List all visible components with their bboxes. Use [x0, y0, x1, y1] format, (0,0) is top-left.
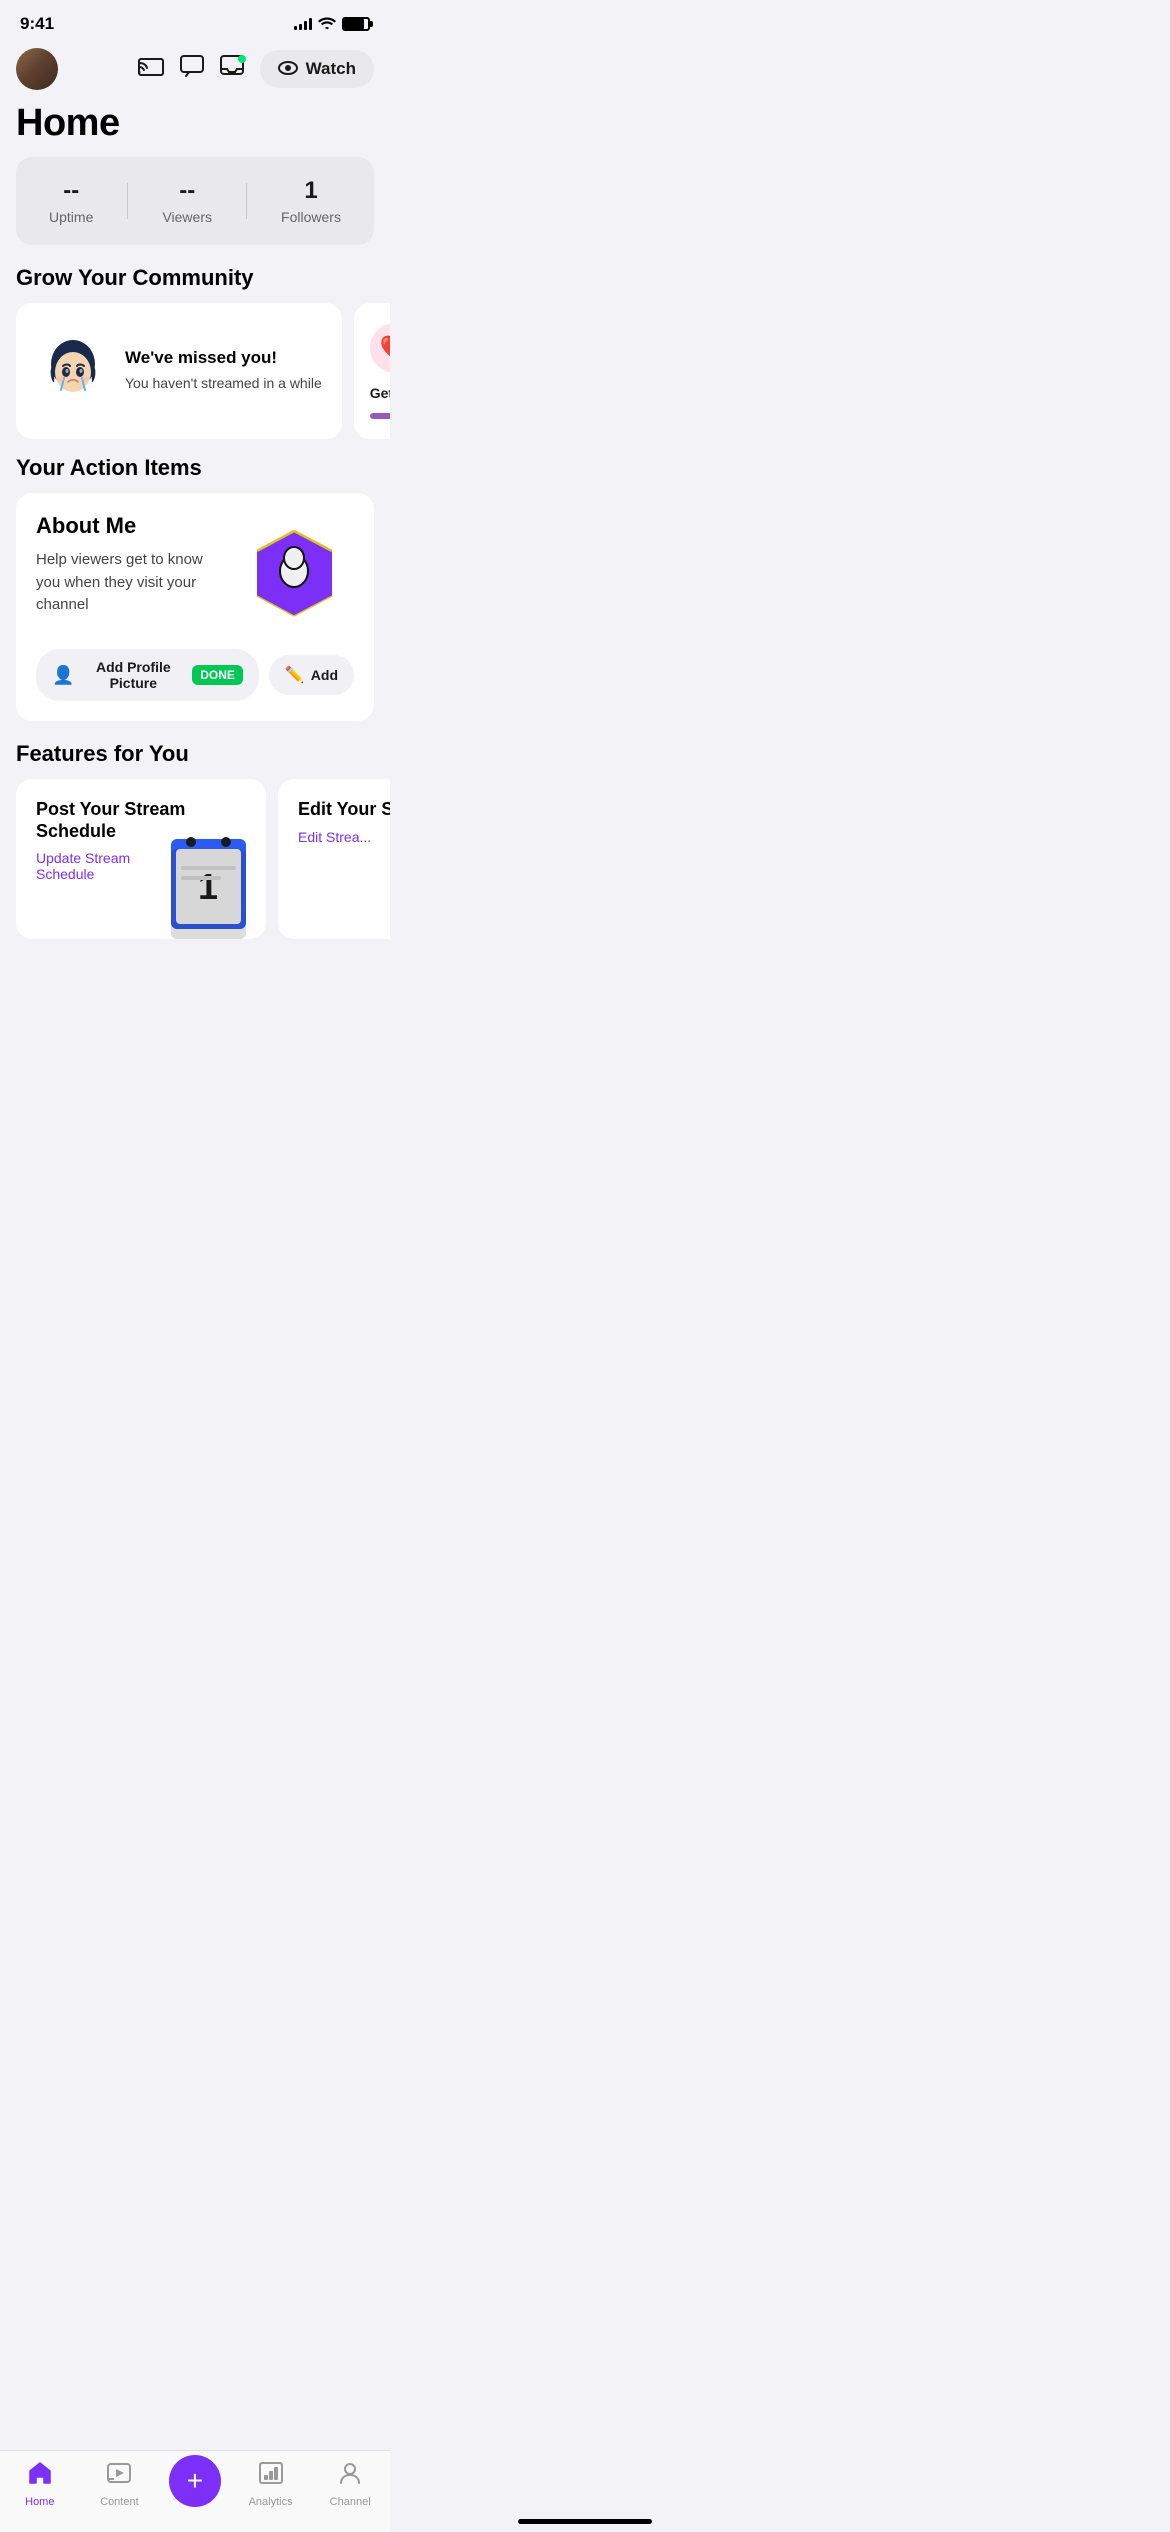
- avatar[interactable]: [16, 48, 58, 90]
- battery-icon: [342, 17, 370, 31]
- missed-title: We've missed you!: [125, 348, 322, 368]
- add-button-secondary[interactable]: ✏️ Add: [269, 655, 354, 695]
- notification-dot: [238, 55, 246, 63]
- get-followers-text: Get 50 Follo...: [370, 385, 390, 401]
- add-label: Add: [311, 667, 338, 683]
- chat-icon-wrap: [180, 55, 204, 83]
- person-icon: 👤: [52, 665, 74, 686]
- watch-button-label: Watch: [306, 59, 356, 79]
- nav-channel[interactable]: Channel: [320, 2461, 380, 2508]
- missed-text: We've missed you! You haven't streamed i…: [125, 348, 322, 394]
- stat-divider-1: [127, 183, 128, 219]
- stat-followers: 1 Followers: [281, 177, 341, 225]
- feature-edit-heading: Edit Your Stream...: [298, 799, 390, 821]
- about-me-illustration: [234, 513, 354, 633]
- about-me-heading: About Me: [36, 513, 224, 539]
- features-scroll: Post Your Stream Schedule Update Stream …: [0, 779, 390, 959]
- bottom-navigation: Home Content + Analytics: [0, 2450, 390, 2532]
- header-actions: Watch: [138, 50, 374, 88]
- add-icon: +: [187, 2467, 203, 2495]
- home-icon: [27, 2461, 53, 2492]
- status-time: 9:41: [20, 14, 54, 34]
- stat-divider-2: [246, 183, 247, 219]
- heart-icon: ❤️: [370, 323, 390, 373]
- cast-icon-wrap: [138, 55, 164, 83]
- about-me-description: Help viewers get to know you when they v…: [36, 549, 224, 617]
- feature-edit-stream-card[interactable]: Edit Your Stream... Edit Strea...: [278, 779, 390, 939]
- nav-channel-label: Channel: [330, 2496, 371, 2508]
- wifi-icon: [318, 16, 336, 33]
- missed-body: You haven't streamed in a while: [125, 374, 322, 394]
- nav-content-label: Content: [100, 2496, 139, 2508]
- nav-add-button[interactable]: +: [169, 2455, 221, 2507]
- pencil-icon: ✏️: [285, 665, 305, 685]
- viewers-value: --: [179, 177, 195, 205]
- home-indicator: [518, 2519, 652, 2524]
- done-badge: DONE: [192, 665, 243, 685]
- missed-mascot: [36, 334, 111, 409]
- feature-schedule-card[interactable]: Post Your Stream Schedule Update Stream …: [16, 779, 266, 939]
- schedule-illustration: 1: [151, 824, 266, 939]
- section-features-title: Features for You: [0, 741, 390, 779]
- nav-content[interactable]: Content: [89, 2461, 149, 2508]
- nav-home[interactable]: Home: [10, 2461, 70, 2508]
- stats-card: -- Uptime -- Viewers 1 Followers: [16, 157, 374, 245]
- status-icons: [294, 16, 370, 33]
- add-profile-picture-button[interactable]: 👤 Add Profile Picture DONE: [36, 649, 259, 701]
- followers-label: Followers: [281, 209, 341, 225]
- channel-icon: [337, 2461, 363, 2492]
- uptime-value: --: [63, 177, 79, 205]
- about-me-card: About Me Help viewers get to know you wh…: [16, 493, 374, 721]
- status-bar: 9:41: [0, 0, 390, 40]
- stat-uptime: -- Uptime: [49, 177, 93, 225]
- cast-icon[interactable]: [138, 57, 164, 82]
- add-profile-label: Add Profile Picture: [82, 659, 184, 691]
- stat-viewers: -- Viewers: [162, 177, 212, 225]
- chat-icon[interactable]: [180, 57, 204, 82]
- nav-analytics-label: Analytics: [249, 2496, 293, 2508]
- grow-community-scroll: We've missed you! You haven't streamed i…: [0, 303, 390, 455]
- watch-button[interactable]: Watch: [260, 50, 374, 88]
- page-title: Home: [0, 98, 390, 157]
- content-icon: [106, 2461, 132, 2492]
- followers-progress-bar: [370, 413, 390, 419]
- followers-progress-fill: [370, 413, 390, 419]
- viewers-label: Viewers: [162, 209, 212, 225]
- app-header: Watch: [0, 40, 390, 98]
- nav-home-label: Home: [25, 2496, 54, 2508]
- get-followers-card[interactable]: ❤️ Get 50 Follo...: [354, 303, 390, 439]
- about-me-content: About Me Help viewers get to know you wh…: [36, 513, 354, 633]
- analytics-icon: [258, 2461, 284, 2492]
- missed-you-card[interactable]: We've missed you! You haven't streamed i…: [16, 303, 342, 439]
- edit-stream-link[interactable]: Edit Strea...: [298, 829, 390, 845]
- section-grow-title: Grow Your Community: [0, 265, 390, 303]
- action-buttons: 👤 Add Profile Picture DONE ✏️ Add: [36, 649, 354, 701]
- eye-icon: [278, 61, 298, 78]
- followers-value: 1: [304, 177, 317, 205]
- inbox-icon-wrap: [220, 55, 244, 83]
- signal-icon: [294, 18, 312, 30]
- section-actions-title: Your Action Items: [0, 455, 390, 493]
- nav-analytics[interactable]: Analytics: [241, 2461, 301, 2508]
- about-me-text: About Me Help viewers get to know you wh…: [36, 513, 234, 617]
- uptime-label: Uptime: [49, 209, 93, 225]
